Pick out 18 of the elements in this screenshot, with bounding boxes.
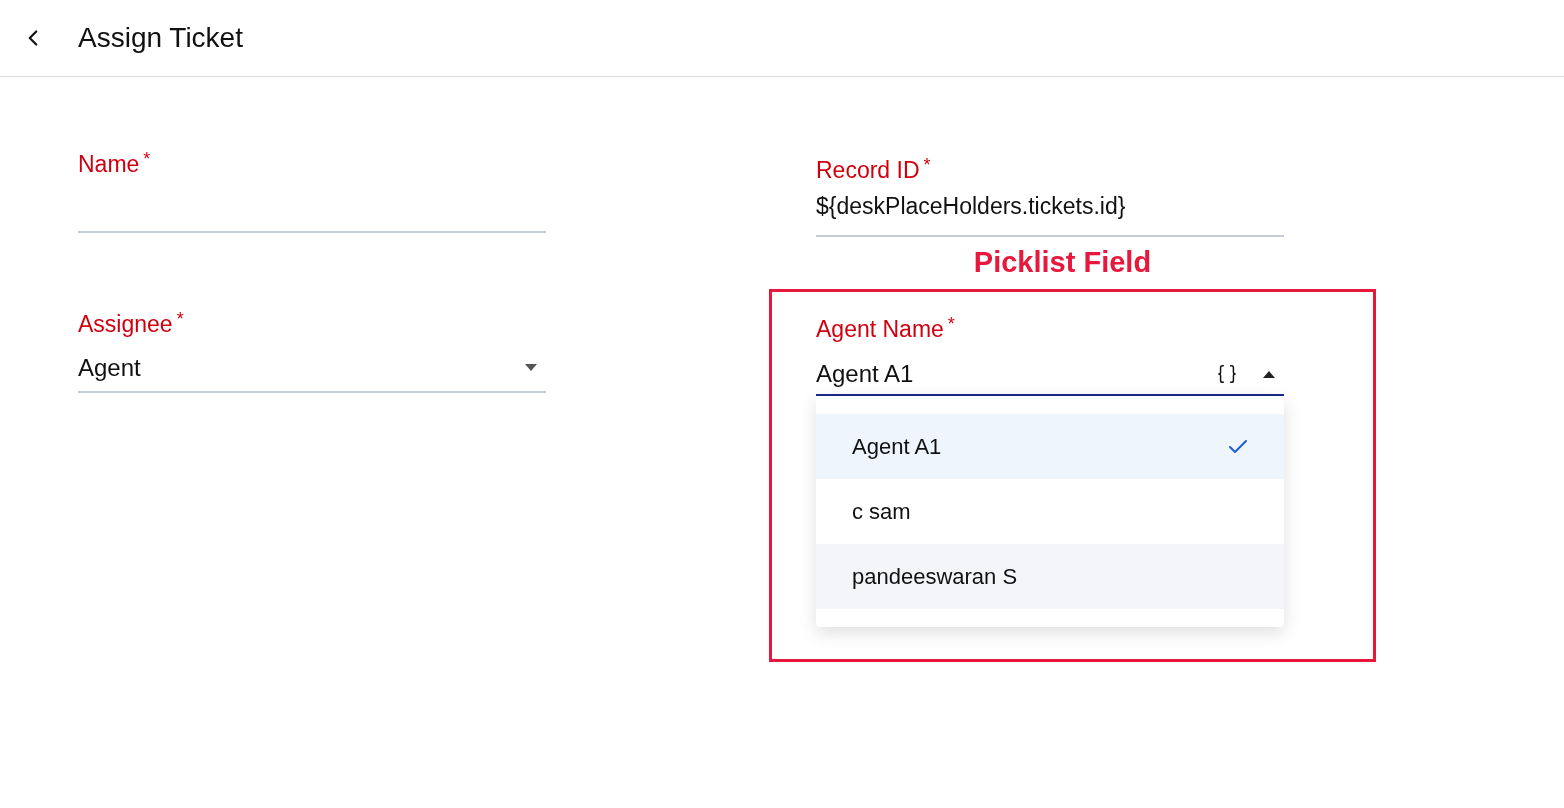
braces-icon[interactable] [1216, 363, 1238, 385]
required-mark: * [143, 149, 151, 169]
dropdown-option[interactable]: Agent A1 [816, 414, 1284, 479]
field-label: Agent Name [816, 315, 944, 344]
page-title: Assign Ticket [78, 21, 243, 55]
required-mark: * [923, 155, 931, 175]
field-label: Record ID [816, 156, 920, 185]
text-field[interactable]: ${deskPlaceHolders.tickets.id} [816, 185, 1284, 237]
dropdown-option[interactable]: pandeeswaran S [816, 544, 1284, 609]
select-field[interactable]: Agent [78, 339, 546, 393]
field-label: Name [78, 150, 140, 179]
annotation-title: Picklist Field [973, 245, 1152, 280]
caret-down-icon[interactable] [524, 364, 538, 372]
required-mark: * [947, 314, 955, 334]
field-label: Assignee [78, 310, 173, 339]
caret-up-icon[interactable] [1262, 370, 1276, 378]
required-mark: * [176, 309, 184, 329]
dropdown-option[interactable]: c sam [816, 479, 1284, 544]
